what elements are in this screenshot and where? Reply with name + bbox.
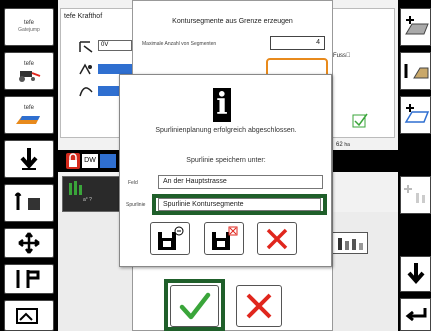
wrench-field-icon [404, 64, 428, 79]
move-arrows-icon [18, 232, 40, 254]
track-name-label: Spurlinie [126, 202, 146, 208]
settings-home-label: tefe [23, 20, 34, 26]
map-button[interactable] [4, 300, 54, 331]
right-toolbar [398, 0, 431, 331]
contour-icon [78, 62, 94, 81]
info-icon: i [213, 88, 231, 122]
cross-icon [266, 228, 288, 249]
flags-icon [16, 270, 40, 288]
max-segments-label: Maximale Anzahl von Segmenten [142, 41, 217, 47]
save-under-label: Spurlinie speichern unter: [186, 157, 266, 164]
add-boundary-icon [404, 104, 429, 123]
machine-button[interactable]: tefe [4, 52, 54, 90]
add-marker-icon [403, 185, 425, 203]
field-name-label: Feld [128, 180, 138, 186]
settings-home-button[interactable]: tefe Gatejump [4, 8, 54, 46]
checkbox-checked[interactable] [352, 112, 368, 133]
contour-dialog-title: Kontursegmente aus Grenze erzeugen [172, 18, 293, 25]
implement-icon [16, 115, 40, 124]
background-field-1[interactable]: 0V [98, 40, 132, 51]
lock-icon [66, 153, 80, 169]
checkmark-icon [179, 292, 210, 320]
download-arrow-icon [20, 148, 38, 170]
save-overwrite-button[interactable] [204, 222, 244, 255]
save-overwrite-icon [212, 226, 238, 250]
mini-map-label: a° ? [83, 197, 92, 203]
download-right-button[interactable] [400, 256, 431, 292]
discard-button[interactable] [257, 222, 297, 255]
move-button[interactable] [4, 228, 54, 258]
machine-settings-button[interactable] [400, 52, 431, 90]
background-blue-field-1[interactable] [98, 64, 132, 74]
cancel-button[interactable] [236, 285, 282, 327]
save-new-button[interactable] [150, 222, 190, 255]
machine-label: tefe [23, 60, 34, 67]
wrench-machine-icon [14, 192, 40, 210]
implement-label: tefe [23, 104, 34, 111]
return-button[interactable] [400, 298, 431, 331]
ok-button[interactable] [170, 285, 219, 327]
implement-button[interactable]: tefe [4, 96, 54, 134]
add-field-button[interactable] [400, 8, 431, 46]
machine-tools-button[interactable] [4, 184, 54, 222]
status-blue-indicator [100, 154, 116, 168]
track-icon [78, 84, 94, 103]
background-bars-button[interactable] [332, 232, 368, 254]
max-segments-input[interactable]: 4 [270, 36, 325, 50]
return-arrow-icon [405, 307, 426, 321]
tractor-icon [19, 70, 41, 82]
background-title: tefe Krafthof [64, 13, 103, 20]
left-toolbar: tefe Gatejump tefe tefe [0, 0, 58, 331]
background-side-value: 62 ha [336, 142, 350, 148]
success-message: Spurlinienplanung erfolgreich abgeschlos… [155, 127, 297, 134]
map-icon [16, 307, 38, 324]
dw-badge: DW [82, 154, 98, 168]
flags-button[interactable] [4, 264, 54, 294]
cross-icon [246, 293, 272, 319]
boundary-icon [78, 40, 94, 59]
add-marker-button[interactable] [400, 176, 431, 214]
settings-home-sublabel: Gatejump [18, 27, 40, 33]
save-new-icon [158, 226, 184, 250]
download-button[interactable] [4, 140, 54, 178]
field-name-input[interactable]: An der Hauptstrasse [158, 175, 323, 189]
download-arrow-icon [406, 263, 425, 285]
track-name-input[interactable]: Spurlinie Kontursegmente [158, 198, 321, 211]
add-boundary-button[interactable] [400, 96, 431, 134]
mini-map[interactable]: a° ? [62, 176, 120, 212]
background-right-value: Fuss  [333, 53, 351, 59]
add-field-icon [404, 16, 429, 35]
